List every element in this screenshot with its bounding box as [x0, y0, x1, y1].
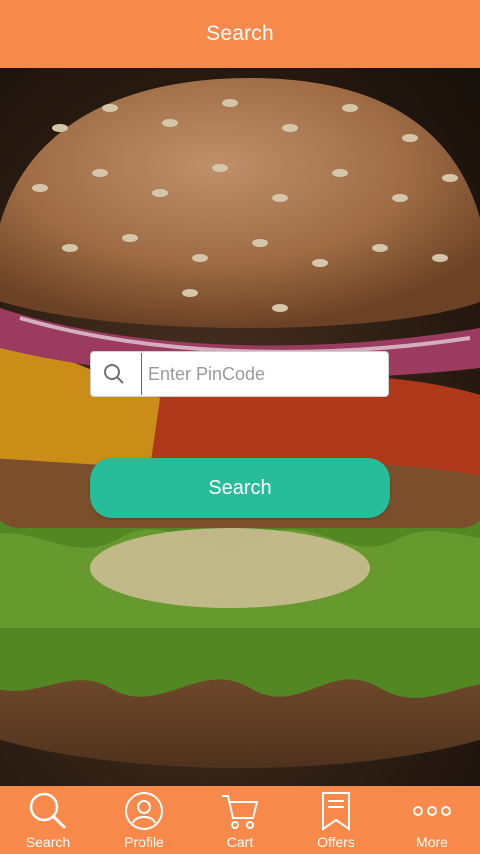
nav-item-profile[interactable]: Profile [96, 786, 192, 854]
nav-label: Search [25, 834, 71, 850]
bottom-navigation: Search Profile Cart Offers More [0, 786, 480, 854]
search-icon [91, 352, 137, 396]
burger-background-image [0, 68, 480, 786]
nav-label: Cart [226, 834, 254, 850]
profile-icon [123, 788, 165, 834]
more-icon [411, 788, 453, 834]
nav-item-cart[interactable]: Cart [192, 786, 288, 854]
pincode-search-field[interactable] [90, 351, 389, 397]
nav-label: Offers [317, 834, 355, 850]
page-title: Search [206, 22, 274, 45]
nav-item-search[interactable]: Search [0, 786, 96, 854]
search-button[interactable]: Search [90, 458, 390, 518]
burger-illustration [0, 68, 480, 786]
nav-label: Profile [124, 834, 164, 850]
nav-item-offers[interactable]: Offers [288, 786, 384, 854]
pincode-input[interactable] [141, 353, 388, 395]
offers-icon [315, 788, 357, 834]
search-icon [27, 788, 69, 834]
nav-item-more[interactable]: More [384, 786, 480, 854]
cart-icon [219, 788, 261, 834]
nav-label: More [416, 834, 448, 850]
top-app-bar: Search [0, 0, 480, 68]
